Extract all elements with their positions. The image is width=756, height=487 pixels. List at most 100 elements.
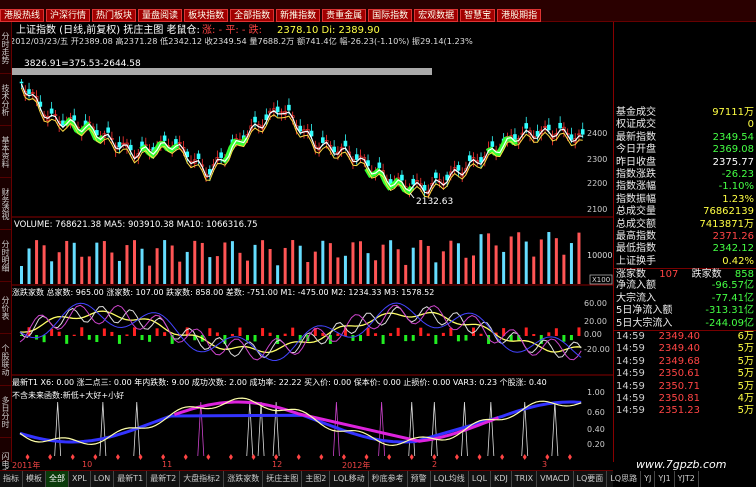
quick-tab[interactable]: 宏观数据 [414,9,459,22]
fund-bar [291,327,295,336]
volume-bar [336,257,340,284]
candle [580,129,585,135]
quick-tab[interactable]: 港股期指 [497,9,542,22]
flow-row: 5日净流入额 -313.31亿 [616,305,754,317]
indicator-tick-label: 0.20 [587,440,605,449]
indicator-label: 最新T1 X6: 0.00 涨二点三: 0.00 年内跌数: 9.00 成功次数… [12,377,547,387]
quick-tab[interactable]: 贵重金属 [322,9,367,22]
info-row: 最高指数 2371.26 [616,230,754,242]
quick-tab[interactable]: 智慧宝 [460,9,496,22]
volume-bar [366,253,370,284]
candle [524,123,529,129]
left-tab[interactable]: 多日分时 [0,386,11,438]
bottom-tab[interactable]: 抚庄主图 [263,471,303,487]
tick-row: 14:59 2350.81 4万 [616,392,754,404]
candle [19,81,24,84]
bottom-tab[interactable]: 最新T1 [114,471,148,487]
candle [513,134,517,140]
bottom-tab[interactable]: 模板 [23,471,46,487]
quick-tab[interactable]: 热门板块 [92,9,137,22]
fund-tick-label: 20.00 [584,317,607,326]
volume-bar [261,240,265,284]
quick-tab[interactable]: 国际指数 [368,9,413,22]
info-row: 昨日收盘 2375.77 [616,156,754,168]
left-tab[interactable]: 技术分析 [0,74,11,126]
left-tab[interactable]: 基本资料 [0,126,11,178]
fund-bar [87,335,91,340]
candle [117,142,122,148]
volume-bar [208,257,212,284]
volume-bar [313,251,317,284]
quick-tab[interactable]: 港股热线 [0,9,45,22]
bottom-tab[interactable]: 最新T2 [147,471,181,487]
volume-bar [547,232,551,284]
signal-diamond [567,454,572,460]
bottom-tab[interactable]: YJT2 [675,471,699,487]
fund-bar [434,335,438,344]
indicator-sublabel: 不含未来函数:新低+大好+小好 [12,390,124,400]
volume-bar [524,241,528,284]
date-label: 2 [432,460,438,469]
fund-bar [524,327,528,336]
bottom-tab[interactable]: 全部 [46,471,69,487]
bottom-tab[interactable]: 预警 [408,471,431,487]
info-row: 权证成交 0 [616,119,754,131]
quick-tab[interactable]: 量盘阅读 [138,9,183,22]
bottom-tab[interactable]: 主图2 [302,471,331,487]
fund-bar [554,328,558,336]
volume-bar [472,255,475,284]
fund-bar [57,331,61,336]
bottom-tab[interactable]: LQL移动 [330,471,369,487]
bottom-tab[interactable]: TRIX [512,471,538,487]
quick-tab[interactable]: 板块指数 [184,9,229,22]
bottom-tab[interactable]: 指标 [0,471,23,487]
bottom-tab[interactable]: YJ [641,471,656,487]
info-row: 总成交额 7413871万 [616,218,754,230]
bottom-tab[interactable]: YJ1 [655,471,675,487]
bottom-tab[interactable]: LQ思路 [607,471,642,487]
bottom-tab[interactable]: XPL [69,471,91,487]
left-tab[interactable]: 分价表 [0,282,11,334]
signal-spikes [54,401,559,457]
signal-spike [246,401,254,457]
bottom-tab[interactable]: 大盘指标2 [180,471,225,487]
candle [253,116,257,123]
price-tick-label: 2100 [587,205,607,214]
bottom-tab[interactable]: KDJ [491,471,512,487]
bottom-tab[interactable]: 涨跌家数 [224,471,264,487]
bottom-tab[interactable]: LQ要面 [574,471,608,487]
info-row: 上证换手 0.42% [616,255,754,267]
bottom-tab[interactable]: LQL [469,471,492,487]
candle [354,154,359,160]
volume-bar [381,244,385,284]
info-row: 今日开盘 2369.08 [616,144,754,156]
fund-bar [532,334,536,336]
quick-tab[interactable]: 沪深行情 [46,9,91,22]
fund-tick-label: 0.00 [584,330,602,339]
volume-bar [577,232,581,284]
fund-bar [95,335,99,343]
bottom-tab[interactable]: 秒底参考 [369,471,408,487]
bottom-tab[interactable]: LON [91,471,115,487]
volume-bar [441,251,445,284]
quick-tab[interactable]: 新推指数 [276,9,321,22]
fund-bar [389,333,393,336]
volume-bar [72,242,76,284]
top-bar: 港股热线 沪深行情 热门板块 量盘阅读 板块指数 全部指数 新推指数 贵重金属 国际指数 宏观数据… [0,0,756,22]
left-tab[interactable]: 个股联动 [0,334,11,386]
left-tab[interactable]: 分时明细 [0,230,11,282]
signal-diamond [296,454,301,460]
volume-bar [434,262,438,284]
volume-bar [396,249,400,284]
volume-bar [87,256,91,284]
quick-tab[interactable]: 全部指数 [230,9,275,22]
bottom-tab[interactable]: LQL均线 [431,471,469,487]
bottom-tab[interactable]: VMACD [537,471,574,487]
volume-bar [140,248,144,284]
fund-bar [441,332,445,336]
left-tab[interactable]: 财务透视 [0,178,11,230]
left-tab[interactable]: 分时走势 [0,22,11,74]
volume-bar [276,265,280,284]
candle [49,108,54,114]
signal-diamond [251,454,256,460]
